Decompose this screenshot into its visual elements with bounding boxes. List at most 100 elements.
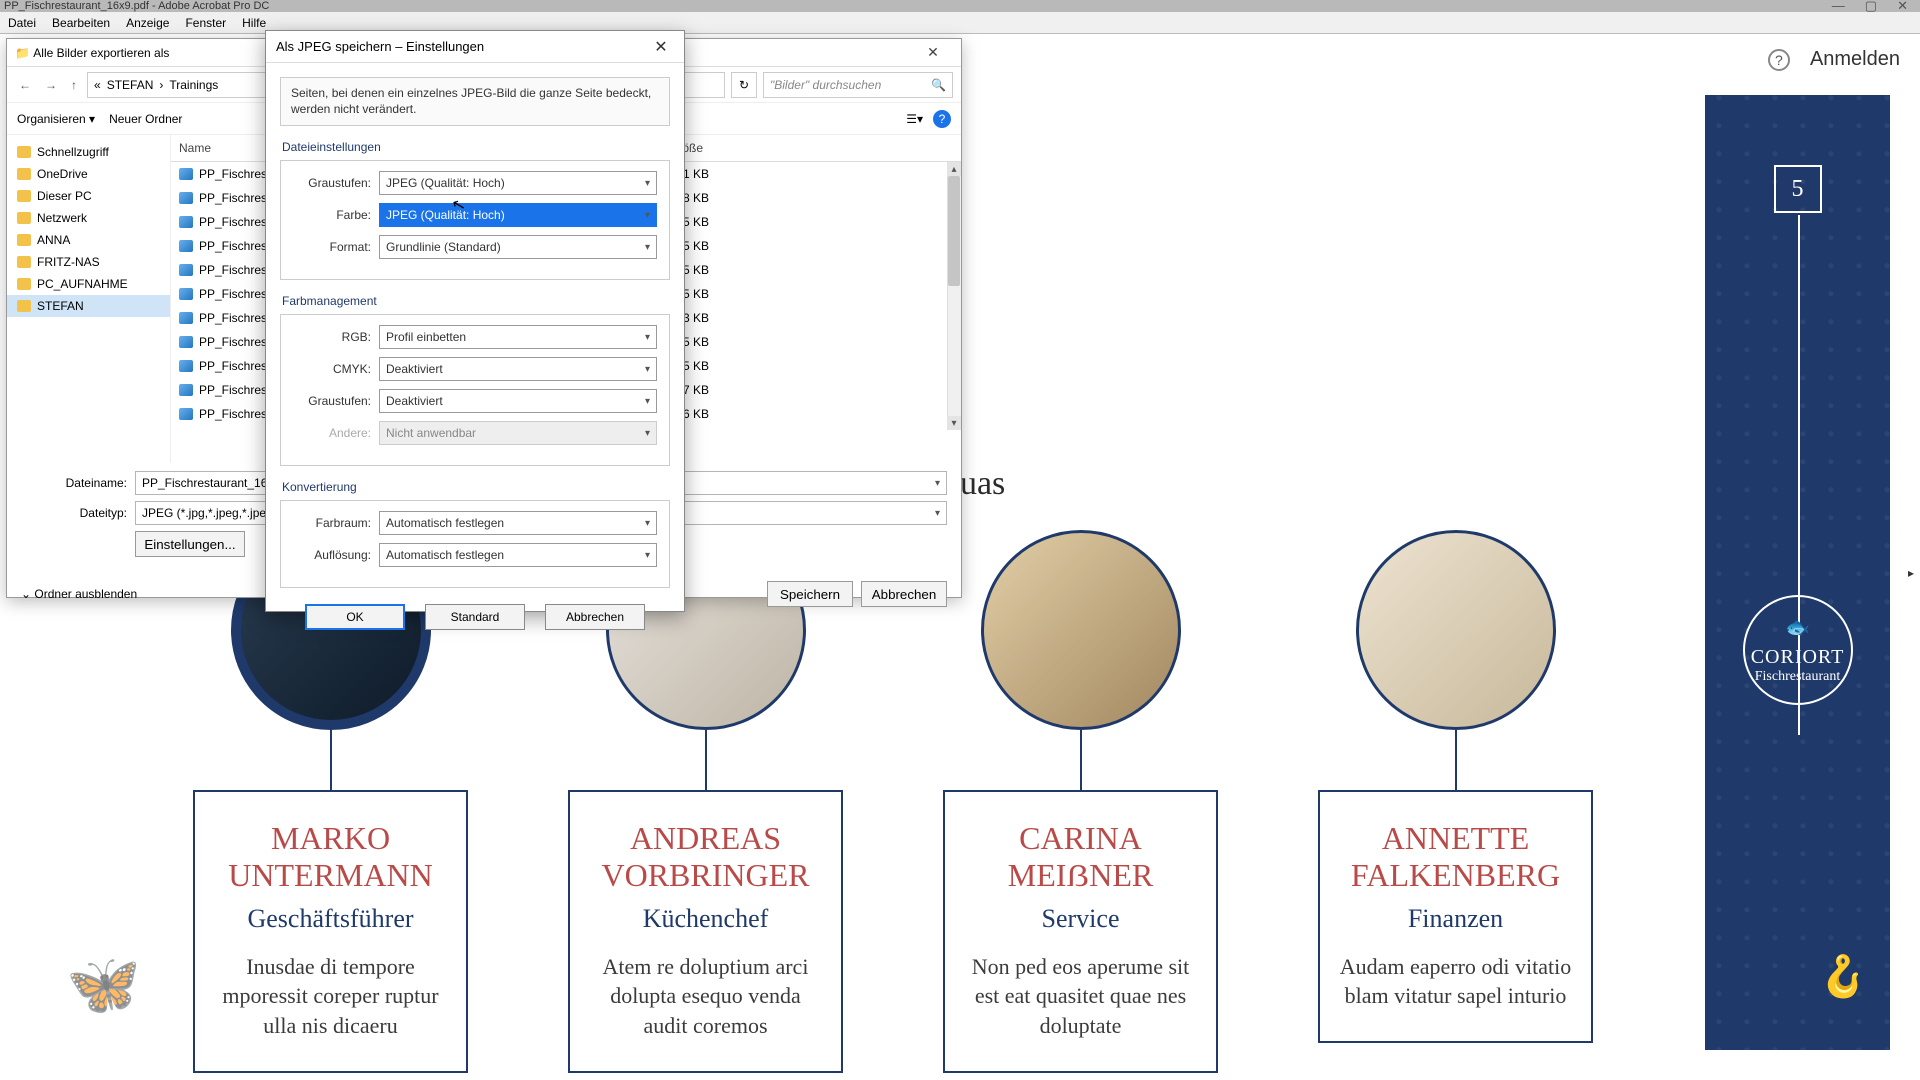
nav-item[interactable]: ANNA <box>7 229 170 251</box>
ok-button[interactable]: OK <box>305 604 405 630</box>
folder-icon <box>17 300 31 312</box>
close-icon[interactable]: ✕ <box>1897 0 1908 14</box>
fish-icon: 🐟 <box>1785 615 1810 640</box>
avatar <box>981 530 1181 730</box>
nav-item[interactable]: STEFAN <box>7 295 170 317</box>
nav-item[interactable]: OneDrive <box>7 163 170 185</box>
search-input[interactable]: "Bilder" durchsuchen 🔍 <box>763 72 953 98</box>
person-card: ANNETTE FALKENBERG Finanzen Audam eaperr… <box>1318 530 1593 1073</box>
cmyk-select[interactable]: Deaktiviert▾ <box>379 357 657 381</box>
help-icon[interactable]: ? <box>933 110 951 128</box>
close-icon[interactable]: ✕ <box>648 37 674 57</box>
folder-icon <box>17 278 31 290</box>
image-icon <box>179 336 193 348</box>
image-icon <box>179 360 193 372</box>
cancel-button[interactable]: Abbrechen <box>861 581 947 607</box>
group-conversion: Konvertierung <box>282 480 670 494</box>
standard-button[interactable]: Standard <box>425 604 525 630</box>
colorspace-select[interactable]: Automatisch festlegen▾ <box>379 511 657 535</box>
person-card: CARINA MEIẞNER Service Non ped eos aperu… <box>943 530 1218 1073</box>
format-select[interactable]: Grundlinie (Standard)▾ <box>379 235 657 259</box>
image-icon <box>179 288 193 300</box>
scroll-up-icon[interactable]: ▴ <box>947 162 961 176</box>
forward-icon[interactable]: → <box>41 78 61 92</box>
folder-icon <box>17 168 31 180</box>
person-role: Finanzen <box>1338 904 1573 934</box>
menu-fenster[interactable]: Fenster <box>177 16 234 30</box>
scroll-down-icon[interactable]: ▾ <box>947 416 961 430</box>
grayscale-cm-select[interactable]: Deaktiviert▾ <box>379 389 657 413</box>
search-placeholder: "Bilder" durchsuchen <box>770 78 881 92</box>
save-button[interactable]: Speichern <box>767 581 853 607</box>
refresh-icon[interactable]: ↻ <box>731 72 757 98</box>
person-name: ANNETTE FALKENBERG <box>1338 820 1573 894</box>
image-icon <box>179 240 193 252</box>
menu-datei[interactable]: Datei <box>0 16 44 30</box>
chevron-down-icon: ▾ <box>645 550 650 561</box>
label-rgb: RGB: <box>293 330 371 344</box>
chevron-down-icon: ▾ <box>645 332 650 343</box>
person-role: Service <box>963 904 1198 934</box>
resolution-select[interactable]: Automatisch festlegen▾ <box>379 543 657 567</box>
settings-button[interactable]: Einstellungen... <box>135 531 245 557</box>
chevron-down-icon: ▾ <box>645 242 650 253</box>
grayscale-select[interactable]: JPEG (Qualität: Hoch)▾ <box>379 171 657 195</box>
label-grayscale: Graustufen: <box>293 394 371 408</box>
filetype-label: Dateityp: <box>21 506 127 520</box>
brand-subtitle: Fischrestaurant <box>1755 669 1841 685</box>
label-format: Format: <box>293 240 371 254</box>
nav-item[interactable]: Dieser PC <box>7 185 170 207</box>
label-resolution: Auflösung: <box>293 548 371 562</box>
chevron-down-icon: ▾ <box>645 364 650 375</box>
menu-bearbeiten[interactable]: Bearbeiten <box>44 16 118 30</box>
person-role: Geschäftsführer <box>213 904 448 934</box>
folder-icon <box>17 256 31 268</box>
nav-item[interactable]: Netzwerk <box>7 207 170 229</box>
folder-icon: 📁 <box>15 46 30 60</box>
label-colorspace: Farbraum: <box>293 516 371 530</box>
scroll-marker-icon[interactable]: ▸ <box>1908 566 1914 580</box>
maximize-icon[interactable]: ▢ <box>1865 0 1877 14</box>
chevron-down-icon: ▾ <box>645 428 650 439</box>
cancel-button[interactable]: Abbrechen <box>545 604 645 630</box>
image-icon <box>179 216 193 228</box>
view-mode-icon[interactable]: ☰▾ <box>906 112 923 126</box>
image-icon <box>179 192 193 204</box>
butterfly-icon: 🦋 <box>66 949 141 1020</box>
person-name: CARINA MEIẞNER <box>963 820 1198 894</box>
hide-folders-toggle[interactable]: Ordner ausblenden <box>34 587 137 601</box>
person-desc: Inusdae di tempore mporessit coreper rup… <box>213 952 448 1041</box>
color-select[interactable]: JPEG (Qualität: Hoch)▾ <box>379 203 657 227</box>
group-file-settings: Dateieinstellungen <box>282 140 670 154</box>
label-other: Andere: <box>293 426 371 440</box>
help-icon[interactable]: ? <box>1768 49 1790 71</box>
page-number: 5 <box>1774 165 1822 213</box>
image-icon <box>179 264 193 276</box>
back-icon[interactable]: ← <box>15 78 35 92</box>
avatar <box>1356 530 1556 730</box>
person-name: ANDREAS VORBRINGER <box>588 820 823 894</box>
nav-item[interactable]: FRITZ-NAS <box>7 251 170 273</box>
rgb-select[interactable]: Profil einbetten▾ <box>379 325 657 349</box>
scroll-thumb[interactable] <box>948 176 960 286</box>
nav-tree: SchnellzugriffOneDriveDieser PCNetzwerkA… <box>7 135 171 463</box>
new-folder-button[interactable]: Neuer Ordner <box>109 112 182 126</box>
folder-icon <box>17 190 31 202</box>
organize-button[interactable]: Organisieren ▾ <box>17 112 95 126</box>
menu-anzeige[interactable]: Anzeige <box>118 16 177 30</box>
chevron-down-icon[interactable]: ⌄ <box>21 587 31 601</box>
dialog-title: Als JPEG speichern – Einstellungen <box>276 39 648 54</box>
signin-link[interactable]: Anmelden <box>1810 48 1900 71</box>
folder-icon <box>17 146 31 158</box>
nav-item[interactable]: Schnellzugriff <box>7 141 170 163</box>
person-desc: Atem re doluptium arci dolupta esequo ve… <box>588 952 823 1041</box>
close-icon[interactable]: ✕ <box>913 44 953 61</box>
up-icon[interactable]: ↑ <box>67 78 81 92</box>
person-name: MARKO UNTERMANN <box>213 820 448 894</box>
app-title: PP_Fischrestaurant_16x9.pdf - Adobe Acro… <box>4 0 1832 12</box>
scrollbar[interactable]: ▴ ▾ <box>947 162 961 430</box>
nav-item[interactable]: PC_AUFNAHME <box>7 273 170 295</box>
person-desc: Non ped eos aperume sit est eat quasitet… <box>963 952 1198 1041</box>
menu-hilfe[interactable]: Hilfe <box>234 16 274 30</box>
minimize-icon[interactable]: — <box>1832 0 1845 14</box>
